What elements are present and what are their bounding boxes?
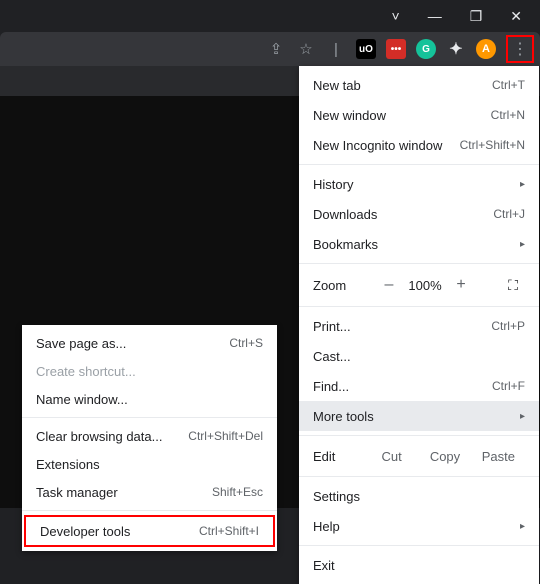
share-icon[interactable]: ⇪ xyxy=(266,39,286,59)
bookmarks-bar xyxy=(0,66,299,96)
chevron-down-icon[interactable]: ˅ xyxy=(392,8,400,24)
menu-more-tools[interactable]: More tools▸ xyxy=(299,401,539,431)
bookmark-star-icon[interactable]: ☆ xyxy=(296,39,316,59)
menu-print[interactable]: Print...Ctrl+P xyxy=(299,311,539,341)
profile-avatar[interactable]: A xyxy=(476,39,496,59)
edit-label: Edit xyxy=(313,449,365,464)
menu-bookmarks[interactable]: Bookmarks▸ xyxy=(299,229,539,259)
menu-downloads[interactable]: DownloadsCtrl+J xyxy=(299,199,539,229)
menu-cast[interactable]: Cast... xyxy=(299,341,539,371)
menu-history[interactable]: History▸ xyxy=(299,169,539,199)
lastpass-extension-icon[interactable]: ••• xyxy=(386,39,406,59)
copy-button[interactable]: Copy xyxy=(418,449,471,464)
grammarly-extension-icon[interactable]: G xyxy=(416,39,436,59)
fullscreen-icon[interactable]: ⛶ xyxy=(501,277,525,294)
chevron-right-icon: ▸ xyxy=(520,239,525,250)
ublock-extension-icon[interactable]: uO xyxy=(356,39,376,59)
submenu-developer-tools[interactable]: Developer toolsCtrl+Shift+I xyxy=(26,517,273,545)
submenu-save-page-as[interactable]: Save page as...Ctrl+S xyxy=(22,329,277,357)
extensions-puzzle-icon[interactable]: ✦ xyxy=(446,39,466,59)
zoom-in-button[interactable]: + xyxy=(447,276,475,294)
close-button[interactable]: ✕ xyxy=(510,8,522,25)
cut-button[interactable]: Cut xyxy=(365,449,418,464)
zoom-label: Zoom xyxy=(313,278,375,293)
menu-find[interactable]: Find...Ctrl+F xyxy=(299,371,539,401)
submenu-name-window[interactable]: Name window... xyxy=(22,385,277,413)
minimize-button[interactable]: — xyxy=(428,8,442,24)
zoom-out-button[interactable]: – xyxy=(375,276,403,294)
paste-button[interactable]: Paste xyxy=(472,449,525,464)
more-tools-submenu: Save page as...Ctrl+S Create shortcut...… xyxy=(22,325,277,551)
chevron-right-icon: ▸ xyxy=(520,411,525,422)
browser-toolbar: ⇪ ☆ | uO ••• G ✦ A ⋮ xyxy=(0,32,540,66)
chevron-right-icon: ▸ xyxy=(520,521,525,532)
menu-settings[interactable]: Settings xyxy=(299,481,539,511)
submenu-clear-browsing-data[interactable]: Clear browsing data...Ctrl+Shift+Del xyxy=(22,422,277,450)
submenu-create-shortcut: Create shortcut... xyxy=(22,357,277,385)
chevron-right-icon: ▸ xyxy=(520,179,525,190)
chrome-main-menu: New tabCtrl+T New windowCtrl+N New Incog… xyxy=(299,66,539,584)
menu-help[interactable]: Help▸ xyxy=(299,511,539,541)
maximize-button[interactable]: ❐ xyxy=(470,8,483,25)
submenu-task-manager[interactable]: Task managerShift+Esc xyxy=(22,478,277,506)
zoom-value: 100% xyxy=(403,278,447,293)
menu-new-tab[interactable]: New tabCtrl+T xyxy=(299,70,539,100)
menu-new-incognito[interactable]: New Incognito windowCtrl+Shift+N xyxy=(299,130,539,160)
menu-new-window[interactable]: New windowCtrl+N xyxy=(299,100,539,130)
menu-dots-button[interactable]: ⋮ xyxy=(506,35,534,63)
separator: | xyxy=(326,39,346,59)
menu-edit-row: Edit Cut Copy Paste xyxy=(299,440,539,472)
menu-exit[interactable]: Exit xyxy=(299,550,539,580)
submenu-extensions[interactable]: Extensions xyxy=(22,450,277,478)
menu-zoom-row: Zoom – 100% + ⛶ xyxy=(299,268,539,302)
